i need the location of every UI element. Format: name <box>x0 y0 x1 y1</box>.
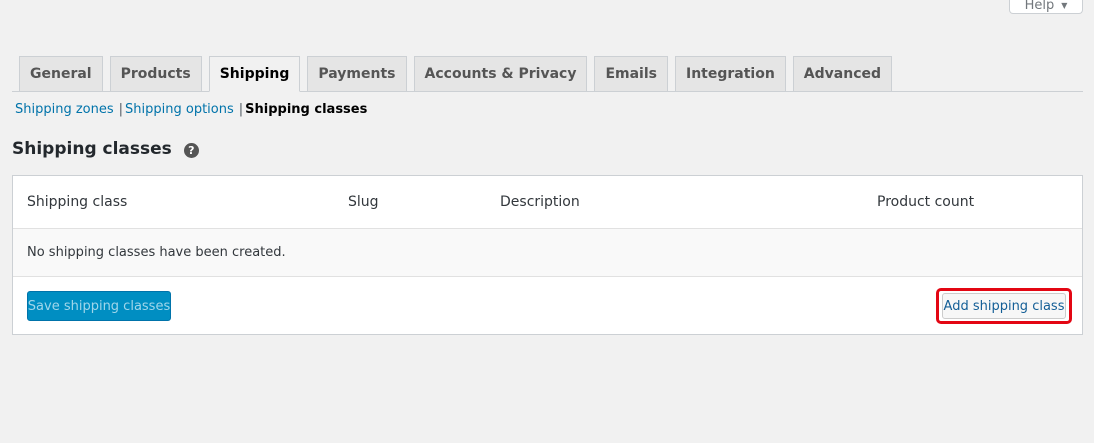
tab-emails[interactable]: Emails <box>594 56 668 91</box>
save-shipping-classes-button[interactable]: Save shipping classes <box>27 291 171 321</box>
subnav-shipping-classes[interactable]: Shipping classes <box>245 102 367 117</box>
caret-down-icon: ▼ <box>1061 1 1068 10</box>
tab-advanced[interactable]: Advanced <box>792 56 893 91</box>
tab-general[interactable]: General <box>19 56 103 91</box>
shipping-subnav: Shipping zones | Shipping options | Ship… <box>15 102 367 117</box>
tab-payments[interactable]: Payments <box>307 56 407 91</box>
tab-integration[interactable]: Integration <box>674 56 786 91</box>
column-product-count: Product count <box>877 194 975 210</box>
tab-accounts-privacy[interactable]: Accounts & Privacy <box>413 56 588 91</box>
section-title: Shipping classes <box>12 139 172 159</box>
table-footer: Save shipping classes Add shipping class <box>13 277 1082 334</box>
subnav-shipping-zones[interactable]: Shipping zones <box>15 102 114 117</box>
column-slug: Slug <box>348 194 379 210</box>
column-description: Description <box>500 194 580 210</box>
empty-message: No shipping classes have been created. <box>27 245 286 260</box>
subnav-separator: | <box>238 102 244 117</box>
table-header: Shipping class Slug Description Product … <box>13 176 1082 229</box>
question-circle-icon[interactable]: ? <box>183 142 199 158</box>
add-shipping-class-button[interactable]: Add shipping class <box>942 293 1066 319</box>
subnav-shipping-options[interactable]: Shipping options <box>125 102 234 117</box>
tab-shipping[interactable]: Shipping <box>208 56 301 92</box>
woocommerce-settings-page: Help ▼ General Products Shipping Payment… <box>0 0 1094 443</box>
column-shipping-class: Shipping class <box>27 194 128 210</box>
shipping-classes-table: Shipping class Slug Description Product … <box>12 175 1083 335</box>
help-tab-button[interactable]: Help ▼ <box>1009 0 1083 14</box>
tab-products[interactable]: Products <box>109 56 202 91</box>
settings-tabs: General Products Shipping Payments Accou… <box>12 56 1083 92</box>
empty-table-row: No shipping classes have been created. <box>13 229 1082 277</box>
section-heading: Shipping classes ? <box>12 139 199 159</box>
subnav-separator: | <box>118 102 124 117</box>
help-tab-label: Help <box>1024 0 1055 13</box>
highlight-box: Add shipping class <box>936 288 1072 324</box>
